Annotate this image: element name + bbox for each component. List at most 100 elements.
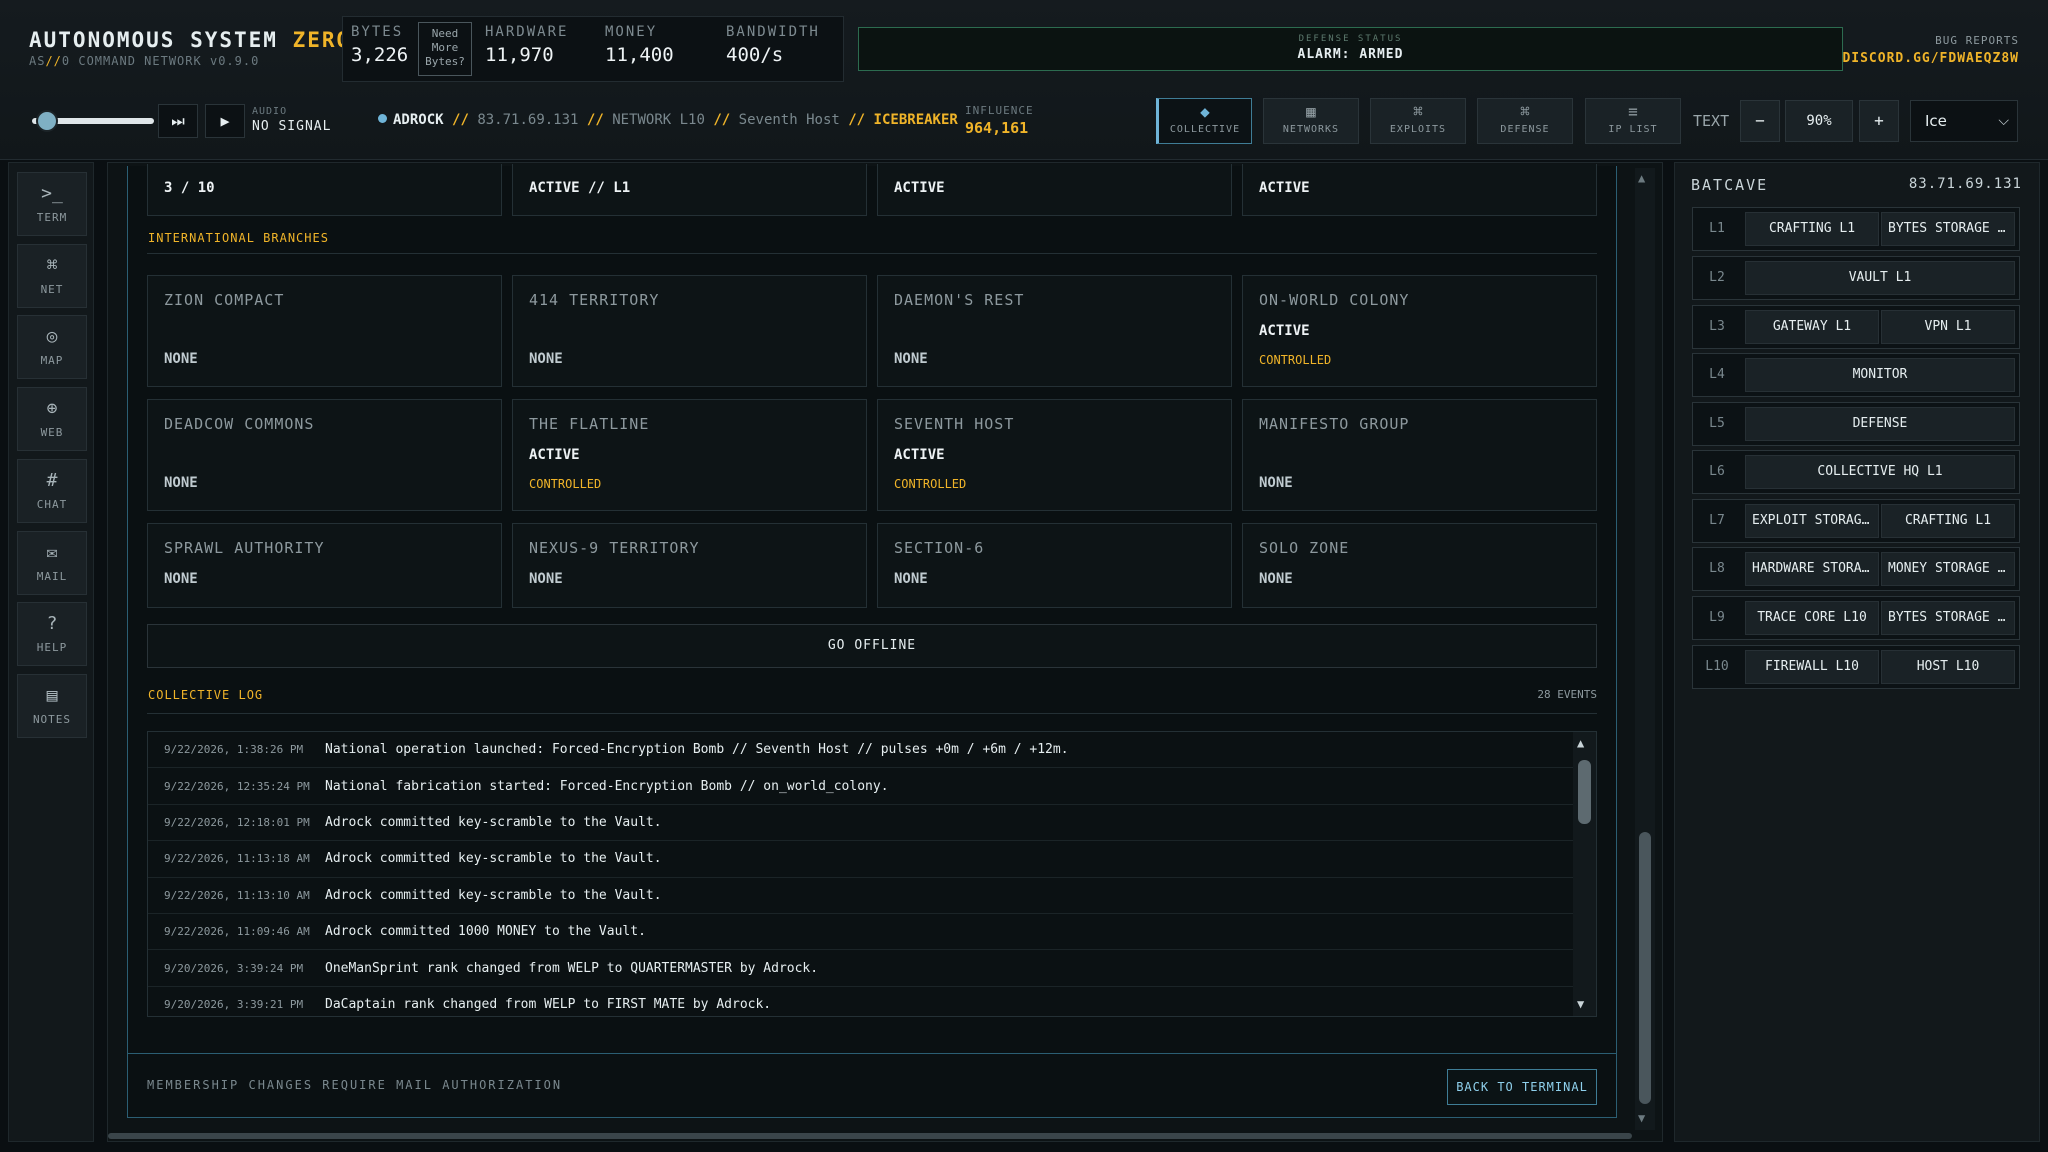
bandwidth-value: 400/s [726,44,784,66]
scroll-down-icon[interactable]: ▼ [1577,997,1584,1011]
path-network: NETWORK L10 [612,112,705,128]
scroll-down-icon[interactable]: ▼ [1638,1111,1645,1125]
sidebar-net[interactable]: ⌘ NET [17,244,87,308]
skip-button[interactable]: ⏭ [158,104,198,138]
text-increase-button[interactable]: + [1859,100,1899,142]
defense-status-value: ALARM: ARMED [1297,47,1404,62]
command-icon: ⌘ [1520,102,1530,121]
level-row-l1: L1 CRAFTING L1 BYTES STORAGE L1 [1692,207,2020,251]
app-subtitle: AS//0 COMMAND NETWORK v0.9.0 [29,54,260,68]
level-row-l8: L8HARDWARE STORAGE L1MONEY STORAGE L1 [1692,547,2020,591]
log-row: 9/22/2026, 11:13:18 AM Adrock committed k… [148,841,1596,878]
log-scrollbar-thumb[interactable] [1578,760,1591,824]
branches-title: INTERNATIONAL BRANCHES [148,231,329,245]
module-slot[interactable]: VAULT L1 [1745,261,2015,295]
log-row: 9/22/2026, 11:09:46 AM Adrock committed 1… [148,914,1596,951]
log-row: 9/20/2026, 3:39:24 PM OneManSprint rank c… [148,950,1596,987]
module-slot[interactable]: BYTES STORAGE L1 [1881,601,2015,635]
log-row: 9/22/2026, 1:38:26 PM National operation … [148,732,1596,769]
module-slot[interactable]: VPN L1 [1881,310,2015,344]
branch-card[interactable]: SPRAWL AUTHORITY NONE [147,523,502,608]
branch-card[interactable]: MANIFESTO GROUP NONE [1242,399,1597,511]
branch-card[interactable]: SEVENTH HOST ACTIVE CONTROLLED [877,399,1232,511]
level-row-l3: L3 GATEWAY L1 VPN L1 [1692,305,2020,349]
batcave-title: BATCAVE [1691,176,1769,194]
money-label: MONEY [605,24,658,40]
branch-card[interactable]: SOLO ZONE NONE [1242,523,1597,608]
branch-card[interactable]: 414 TERRITORY NONE [512,275,867,387]
log-row: 9/22/2026, 11:13:10 AM Adrock committed k… [148,878,1596,914]
globe-icon: ⊕ [46,398,58,419]
path-user: ADROCK [393,112,444,128]
branch-card[interactable]: SECTION-6 NONE [877,523,1232,608]
nav-defense[interactable]: ⌘ DEFENSE [1477,98,1573,144]
need-more-bytes-button[interactable]: Need More Bytes? [418,22,472,76]
play-button[interactable]: ▶ [205,104,245,138]
module-slot[interactable]: FIREWALL L10 [1745,650,1879,684]
bug-reports-link[interactable]: DISCORD.GG/FDWAEQZ8W [1842,51,2019,66]
text-size-label: TEXT [1693,112,1730,130]
bug-reports-label: BUG REPORTS [1935,34,2019,47]
sidebar-help[interactable]: ? HELP [17,602,87,666]
module-slot[interactable]: HOST L10 [1881,650,2015,684]
module-slot[interactable]: CRAFTING L1 [1745,212,1879,246]
log-row: 9/20/2026, 3:39:21 PM DaCaptain rank chan… [148,987,1596,1016]
help-icon: ? [46,613,58,634]
sidebar-web[interactable]: ⊕ WEB [17,387,87,451]
sidebar-map[interactable]: ◎ MAP [17,315,87,379]
scroll-up-icon[interactable]: ▲ [1638,171,1645,185]
module-slot[interactable]: BYTES STORAGE L1 [1881,212,2015,246]
path-host: Seventh Host [738,112,840,128]
text-size-value: 90% [1785,100,1853,142]
command-icon: ⌘ [46,255,58,276]
branch-card[interactable]: DEADCOW COMMONS NONE [147,399,502,511]
module-slot[interactable]: MONEY STORAGE L1 [1881,552,2015,586]
volume-slider-handle[interactable] [36,110,58,132]
branch-card[interactable]: ON-WORLD COLONY ACTIVE CONTROLLED [1242,275,1597,387]
module-slot[interactable]: GATEWAY L1 [1745,310,1879,344]
sidebar-term[interactable]: >_ TERM [17,172,87,236]
grid-icon: ▦ [1306,102,1316,121]
scroll-up-icon[interactable]: ▲ [1577,736,1584,750]
level-row-l10: L10 FIREWALL L10 HOST L10 [1692,645,2020,689]
nav-networks[interactable]: ▦ NETWORKS [1263,98,1359,144]
level-row-l9: L9 TRACE CORE L10 BYTES STORAGE L1 [1692,596,2020,640]
command-icon: ⌘ [1413,102,1423,121]
text-decrease-button[interactable]: − [1740,100,1780,142]
nav-collective[interactable]: ◆ COLLECTIVE [1156,98,1252,144]
influence-value: 964,161 [965,119,1029,137]
bytes-value: 3,226 [351,44,409,66]
branch-card[interactable]: THE FLATLINE ACTIVE CONTROLLED [512,399,867,511]
mail-icon: ✉ [46,542,58,563]
module-slot[interactable]: MONITOR [1745,358,2015,392]
bytes-label: BYTES [351,24,404,40]
log-title: COLLECTIVE LOG [148,688,264,702]
sidebar-chat[interactable]: # CHAT [17,459,87,523]
batcave-ip: 83.71.69.131 [1908,176,2022,192]
module-slot[interactable]: CRAFTING L1 [1881,504,2015,538]
branch-card[interactable]: ZION COMPACT NONE [147,275,502,387]
module-slot[interactable]: TRACE CORE L10 [1745,601,1879,635]
log-event-count: 28 EVENTS [1537,688,1597,701]
controlled-badge: CONTROLLED [1259,353,1332,367]
main-scrollbar-thumb[interactable] [1639,832,1651,1104]
branch-card[interactable]: DAEMON'S REST NONE [877,275,1232,387]
level-row-l2: L2 VAULT L1 [1692,256,2020,300]
go-offline-button[interactable]: GO OFFLINE [147,624,1597,668]
divider [147,253,1597,254]
nav-exploits[interactable]: ⌘ EXPLOITS [1370,98,1466,144]
nav-ip-list[interactable]: ≡ IP LIST [1585,98,1681,144]
branch-card[interactable]: NEXUS-9 TERRITORY NONE [512,523,867,608]
sidebar-mail[interactable]: ✉ MAIL [17,531,87,595]
horizontal-scrollbar[interactable] [108,1133,1632,1139]
diamond-icon: ◆ [1200,102,1210,121]
module-slot[interactable]: EXPLOIT STORAGE L1 [1745,504,1879,538]
back-to-terminal-button[interactable]: BACK TO TERMINAL [1447,1069,1597,1105]
module-slot[interactable]: COLLECTIVE HQ L1 [1745,455,2015,489]
theme-select[interactable]: Ice ⌵ [1910,100,2018,142]
status-dot-icon [378,114,387,123]
sidebar-notes[interactable]: ▤ NOTES [17,674,87,738]
module-slot[interactable]: HARDWARE STORAGE L1 [1745,552,1879,586]
app-title: AUTONOMOUS SYSTEM ZERO [29,28,352,52]
module-slot[interactable]: DEFENSE [1745,407,2015,441]
